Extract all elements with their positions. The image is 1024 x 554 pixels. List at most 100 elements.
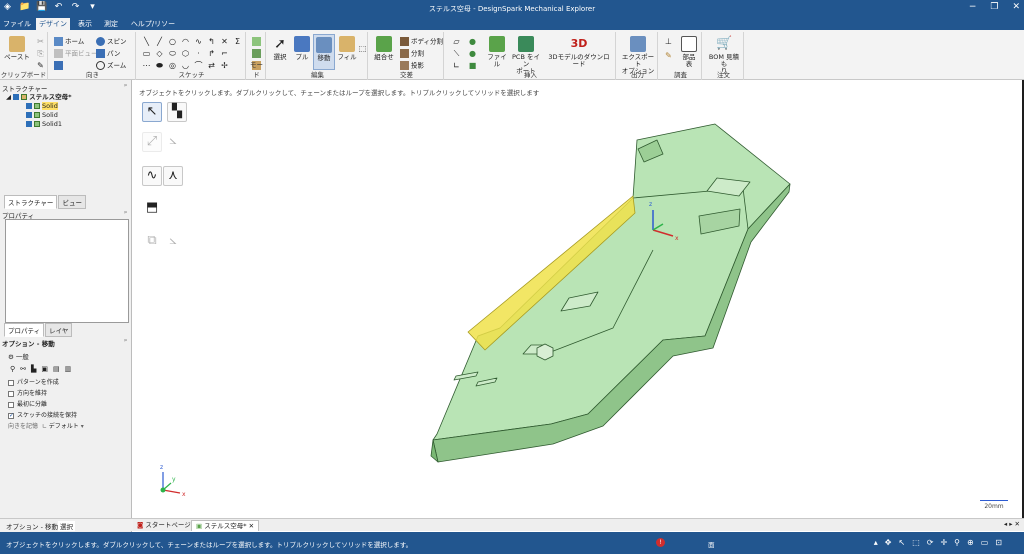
checkbox[interactable] — [8, 390, 14, 397]
tab-measure[interactable]: 測定 — [100, 18, 122, 30]
box-select-icon[interactable]: ⬚ — [912, 538, 920, 547]
move-label: 移動 — [317, 54, 331, 62]
tab-document[interactable]: ▣ ステルス空母* ✕ — [191, 520, 260, 531]
rectangle-icon[interactable]: ▭ — [142, 49, 151, 58]
option-detach-first[interactable]: 最初に分離 — [8, 401, 47, 408]
checkbox[interactable] — [8, 412, 14, 419]
select-button[interactable]: ➚ 選択 — [270, 36, 290, 61]
axis-icon[interactable]: ⟍ — [452, 49, 461, 58]
mass-icon[interactable]: ✎ — [664, 51, 673, 60]
tree-item-solid1[interactable]: Solid1 — [26, 120, 62, 128]
download-3d-button[interactable]: 3D 3Dモデルのダウンロード — [546, 36, 612, 68]
tab-layers[interactable]: レイヤ — [45, 323, 73, 337]
tab-file[interactable]: ファイル — [2, 18, 32, 30]
pin-icon[interactable]: ᵖ — [124, 83, 127, 90]
spin-button[interactable]: スピン — [96, 37, 127, 46]
checkbox[interactable] — [8, 379, 14, 386]
spline-icon[interactable]: ∿ — [194, 37, 203, 46]
plane-icon[interactable]: ▱ — [452, 37, 461, 46]
option-keep-direction[interactable]: 方向を維持 — [8, 390, 47, 397]
pin-icon[interactable]: ᵖ — [124, 210, 127, 217]
section-mode-icon[interactable] — [252, 49, 261, 58]
copy-icon[interactable]: ⎘ — [36, 49, 45, 58]
maximize-button[interactable]: ❐ — [990, 2, 998, 12]
fill-label: フィル — [337, 53, 357, 61]
split-button[interactable]: 分割 — [400, 49, 424, 58]
combine-button[interactable]: 組合せ — [372, 36, 396, 61]
checkbox-icon[interactable] — [13, 94, 20, 100]
option-create-pattern[interactable]: パターンを作成 — [8, 379, 59, 386]
offset-icon[interactable]: ↱ — [207, 49, 216, 58]
three-point-rect-icon[interactable]: ◇ — [155, 49, 164, 58]
home-button[interactable]: ホーム — [54, 37, 84, 46]
tab-help[interactable]: ヘルプ/リソース — [128, 18, 178, 40]
tab-start-page[interactable]: ◙ スタートページ — [133, 520, 195, 531]
tab-view[interactable]: ビュー — [58, 195, 86, 209]
option-orient[interactable]: 向きを記憶 ∟ デフォルト ▾ — [8, 423, 84, 430]
move-button[interactable]: 移動 — [313, 34, 335, 70]
checkbox-icon[interactable] — [26, 121, 32, 127]
tab-selection[interactable]: 選択 — [58, 521, 75, 531]
tangent-line-icon[interactable]: ╱ — [155, 37, 164, 46]
orient-dropdown[interactable]: デフォルト — [49, 423, 79, 430]
selection-mode[interactable]: 面 — [708, 539, 715, 549]
insert-file-button[interactable]: ファイル — [486, 36, 508, 68]
ellipse-icon[interactable]: ⬭ — [168, 49, 177, 58]
snap-icon[interactable]: ⊡ — [995, 538, 1002, 547]
close-button[interactable]: ✕ — [1012, 2, 1020, 12]
move-option-icons[interactable]: ⚲⚯▙▣▤▥ — [10, 365, 76, 373]
spin-status-icon[interactable]: ⟳ — [927, 538, 934, 547]
corner-icon[interactable]: ⌐ — [220, 49, 229, 58]
trim-icon[interactable]: ✕ — [220, 37, 229, 46]
measure-icon[interactable]: ⊥ — [664, 37, 673, 46]
sum-icon[interactable]: Σ — [233, 37, 242, 46]
pull-button[interactable]: プル — [292, 36, 312, 61]
select-status-icon[interactable]: ↖ — [899, 538, 906, 547]
model-drawing[interactable]: z x z y x — [133, 80, 1022, 518]
tree-root[interactable]: ◢ ステルス空母* — [6, 93, 71, 101]
tab-scroll-icons[interactable]: ◂ ▸ ✕ — [1004, 520, 1020, 528]
parts-table-button[interactable]: 部品 表 — [678, 36, 700, 68]
line-icon[interactable]: ╲ — [142, 37, 151, 46]
pin-icon[interactable]: ᵖ — [124, 338, 127, 345]
sketch-mode-icon[interactable] — [252, 37, 261, 46]
checkbox-icon[interactable] — [26, 103, 32, 109]
arc-icon[interactable]: ◠ — [181, 37, 190, 46]
zoom-status-icon[interactable]: ⚲ — [954, 538, 960, 547]
view-up-icon[interactable]: ▴ — [874, 538, 878, 547]
hex-detail[interactable] — [536, 343, 554, 361]
circle-icon[interactable]: ○ — [168, 37, 177, 46]
pan-button[interactable]: パン — [96, 49, 120, 58]
fill-button[interactable]: フィル — [337, 36, 357, 61]
pan-status-icon[interactable]: ✥ — [885, 538, 892, 547]
minimize-button[interactable]: − — [969, 2, 977, 12]
polygon-icon[interactable]: ⬡ — [181, 49, 190, 58]
paste-button[interactable]: ペースト — [4, 36, 30, 61]
pan-move-icon[interactable]: ✛ — [940, 538, 947, 547]
properties-box — [5, 219, 129, 323]
tab-display[interactable]: 表示 — [74, 18, 96, 30]
3d-viewport[interactable]: オブジェクトをクリックします。ダブルクリックして、チェーンまたはループを選択しま… — [133, 80, 1022, 518]
tab-structure[interactable]: ストラクチャー — [4, 195, 58, 209]
tab-design[interactable]: デザイン — [36, 18, 70, 30]
plane-view-button[interactable]: 平面ビュー — [54, 49, 98, 58]
tab-options-move[interactable]: オプション - 移動 — [6, 521, 58, 531]
warning-badge[interactable]: ! — [656, 538, 665, 547]
close-tab-icon[interactable]: ✕ — [249, 522, 254, 530]
option-keep-sketch[interactable]: スケッチの接続を保持 — [8, 412, 77, 419]
general-section[interactable]: ⚙ 一般 — [8, 351, 29, 361]
split-body-button[interactable]: ボディ分割 — [400, 37, 443, 46]
tree-item-solid-2[interactable]: Solid — [26, 111, 58, 119]
checkbox-icon[interactable] — [26, 112, 32, 118]
checkbox[interactable] — [8, 401, 14, 408]
origin-icon[interactable]: ● — [468, 37, 477, 46]
blend-icon[interactable]: ⬚ — [358, 44, 367, 53]
cylinder-icon[interactable]: ● — [468, 49, 477, 58]
point-icon[interactable]: · — [194, 49, 203, 58]
tab-properties[interactable]: プロパティ — [4, 323, 45, 337]
bend-icon[interactable]: ↰ — [207, 37, 216, 46]
display-icon[interactable]: ▭ — [981, 538, 989, 547]
tree-item-solid[interactable]: Solid — [26, 102, 58, 110]
fit-icon[interactable]: ⊕ — [967, 538, 974, 547]
cut-icon[interactable]: ✂ — [36, 37, 45, 46]
